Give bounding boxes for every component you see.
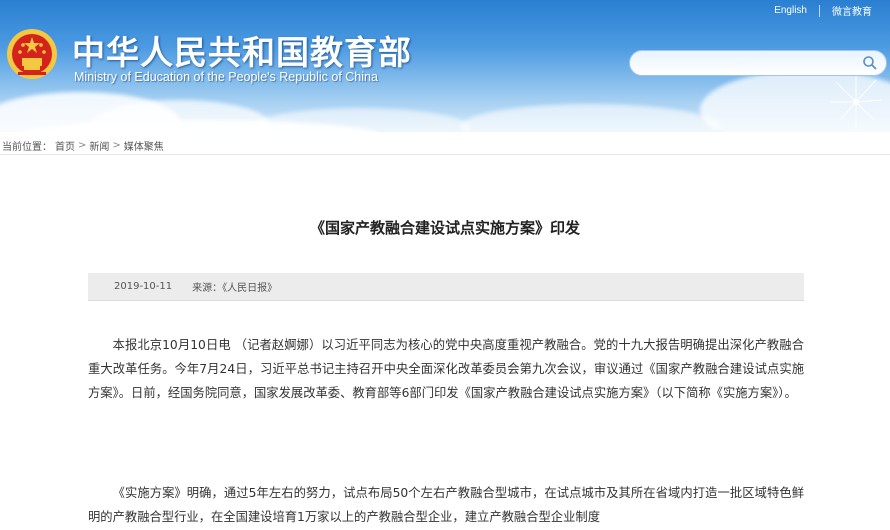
article-paragraph: 本报北京10月10日电 （记者赵婀娜）以习近平同志为核心的党中央高度重视产教融合… <box>88 338 804 400</box>
dandelion-decoration <box>830 76 883 132</box>
article-source: 来源：《人民日报》 <box>192 283 278 294</box>
breadcrumb-separator: > <box>112 139 121 151</box>
link-divider <box>819 4 820 17</box>
breadcrumb: 当前位置： 首页 > 新闻 > 媒体聚焦 <box>0 136 164 154</box>
top-links: English 微言教育 <box>774 3 872 18</box>
search-icon[interactable] <box>862 55 878 71</box>
breadcrumb-home[interactable]: 首页 <box>55 138 75 153</box>
search-input[interactable] <box>640 54 850 72</box>
breadcrumb-news[interactable]: 新闻 <box>89 138 109 153</box>
national-emblem-icon <box>7 29 57 79</box>
site-header: 中华人民共和国教育部 Ministry of Education of the … <box>0 0 890 132</box>
english-link[interactable]: English <box>774 5 807 16</box>
breadcrumb-prefix: 当前位置： <box>2 141 52 153</box>
article-date: 2019-10-11 <box>114 281 173 292</box>
cloud-decoration <box>460 104 720 132</box>
article-title: 《国家产教融合建设试点实施方案》印发 <box>309 219 580 237</box>
site-title: 中华人民共和国教育部 <box>72 33 412 72</box>
breadcrumb-media-focus[interactable]: 媒体聚焦 <box>124 138 164 153</box>
site-subtitle: Ministry of Education of the People's Re… <box>74 70 378 84</box>
article-container: 《国家产教融合建设试点实施方案》印发 2019-10-11 来源：《人民日报》 … <box>0 154 890 530</box>
article-paragraph: 《实施方案》明确，通过5年左右的努力，试点布局50个左右产教融合型城市，在试点城… <box>88 486 804 524</box>
search-box <box>629 50 887 76</box>
weiyan-jiaoyu-link[interactable]: 微言教育 <box>832 3 872 18</box>
article-meta-bar: 2019-10-11 来源：《人民日报》 <box>88 273 804 301</box>
breadcrumb-separator: > <box>78 139 87 151</box>
